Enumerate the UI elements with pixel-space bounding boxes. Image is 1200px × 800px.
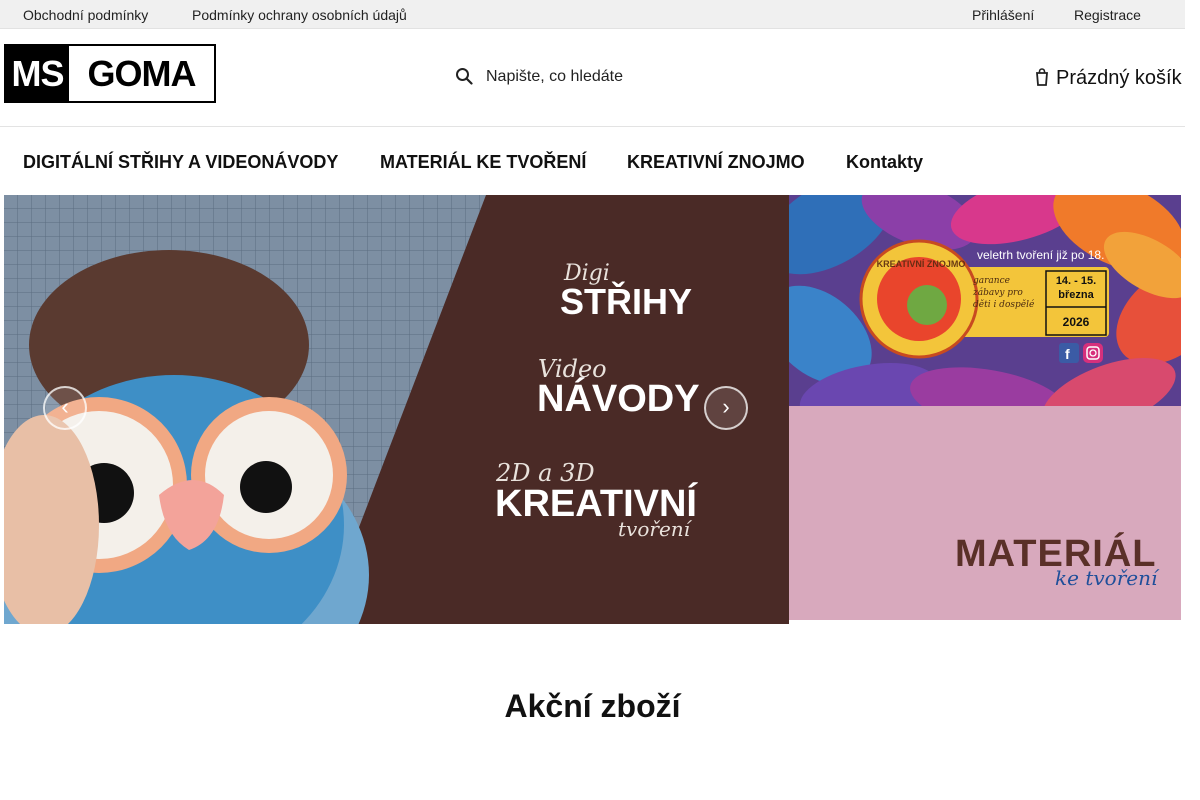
search-box[interactable] <box>452 59 782 95</box>
search-input[interactable] <box>486 62 776 92</box>
chevron-right-icon: › <box>722 394 730 419</box>
logo-goma-text: GOMA <box>69 46 214 101</box>
fun-guarantee-text: garance zábavy pro děti i dospělé <box>973 276 1035 310</box>
fair-tagline: veletrh tvoření již po 18. <box>977 248 1105 262</box>
fair-dates: 14. - 15. <box>1055 275 1097 287</box>
svg-text:f: f <box>1065 346 1070 362</box>
hero-tvoreni-script: tvoření <box>618 517 691 541</box>
privacy-link[interactable]: Podmínky ochrany osobních údajů <box>192 7 407 23</box>
logo-ms-text: MS <box>6 46 69 101</box>
chevron-left-icon: ‹ <box>61 394 69 419</box>
top-bar: Obchodní podmínky Podmínky ochrany osobn… <box>0 0 1185 29</box>
main-nav: DIGITÁLNÍ STŘIHY A VIDEONÁVODY MATERIÁL … <box>0 127 1185 195</box>
login-link[interactable]: Přihlášení <box>972 7 1034 23</box>
material-banner[interactable]: MATERIÁL ke tvoření <box>789 406 1181 620</box>
nav-item-contacts[interactable]: Kontakty <box>846 152 923 173</box>
instagram-icon[interactable] <box>1083 343 1103 363</box>
msgoma-logo[interactable]: MS GOMA <box>4 44 216 103</box>
hero-navody-title: NÁVODY <box>537 378 700 420</box>
hero-slider[interactable]: Digi STŘIHY Video NÁVODY 2D a 3D KREATIV… <box>4 195 789 624</box>
cart-icon <box>1036 68 1048 86</box>
fair-month: března <box>1058 289 1094 301</box>
register-link[interactable]: Registrace <box>1074 7 1141 23</box>
site-header: MS GOMA Prázdný košík <box>0 29 1185 127</box>
slider-next-button[interactable]: › <box>704 386 748 430</box>
terms-link[interactable]: Obchodní podmínky <box>23 7 148 23</box>
nav-item-digital-patterns[interactable]: DIGITÁLNÍ STŘIHY A VIDEONÁVODY <box>23 152 338 173</box>
slider-prev-button[interactable]: ‹ <box>43 386 87 430</box>
cart-label: Prázdný košík <box>1056 67 1182 89</box>
nav-item-materials[interactable]: MATERIÁL KE TVOŘENÍ <box>380 152 586 173</box>
kreativni-znojmo-badge: KREATIVNÍ ZNOJMO <box>876 259 966 269</box>
search-icon[interactable] <box>455 67 473 85</box>
nav-item-kreativni-znojmo[interactable]: KREATIVNÍ ZNOJMO <box>627 152 805 173</box>
kreativni-znojmo-banner[interactable]: f veletrh tvoření již po 18. KREATIVNÍ Z… <box>789 195 1181 406</box>
material-subtitle: ke tvoření <box>1055 566 1158 590</box>
sale-section-title: Akční zboží <box>504 688 681 724</box>
fair-year: 2026 <box>1062 315 1090 329</box>
hero-strihy-title: STŘIHY <box>560 281 693 322</box>
